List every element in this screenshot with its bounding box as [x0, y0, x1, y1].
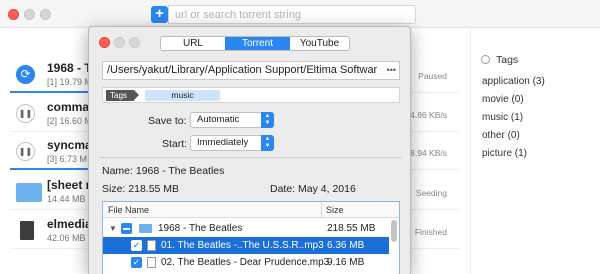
start-select[interactable]: Immediately ▲ ▼ — [190, 135, 274, 151]
zoom-dialog-button — [129, 37, 140, 48]
divider — [99, 157, 402, 158]
audio-file-icon — [147, 240, 156, 251]
tag-item-other[interactable]: other (0) — [482, 130, 520, 141]
date-label: Date: — [270, 183, 296, 195]
zoom-window-button[interactable] — [40, 9, 51, 20]
tags-sidebar: Tags application (3) movie (0) music (1)… — [470, 28, 600, 274]
folder-icon — [16, 183, 42, 202]
size-label: Size: — [102, 183, 126, 195]
browse-button[interactable]: ••• — [383, 62, 396, 79]
search-input[interactable] — [169, 6, 415, 23]
size-info: Size: 218.55 MB — [102, 183, 179, 195]
torrent-status: 38.94 KB/s — [405, 148, 447, 158]
column-file-name[interactable]: File Name — [108, 202, 149, 218]
tag-token[interactable]: music — [145, 90, 220, 101]
size-value: 218.55 MB — [128, 183, 180, 195]
source-tabs: URL Torrent YouTube — [160, 36, 350, 51]
tag-circle-icon — [481, 55, 490, 64]
torrent-size: 14.44 MB — [47, 194, 86, 204]
torrent-size: [1] 19.79 M — [47, 77, 93, 87]
minimize-dialog-button — [114, 37, 125, 48]
file-list-scrollbar[interactable] — [391, 220, 397, 242]
close-window-button[interactable] — [8, 9, 19, 20]
pause-icon[interactable]: ❚❚ — [16, 104, 35, 123]
file-name: 02. The Beatles - Dear Prudence.mp3 — [161, 257, 330, 268]
disclosure-triangle-icon[interactable]: ▼ — [109, 220, 117, 237]
file-name: 1968 - The Beatles — [158, 223, 243, 234]
save-to-select[interactable]: Automatic ▲ ▼ — [190, 112, 274, 128]
pause-icon[interactable]: ❚❚ — [16, 142, 35, 161]
add-torrent-dialog: URL Torrent YouTube /Users/yakut/Library… — [88, 26, 411, 274]
torrent-path-value: /Users/yakut/Library/Application Support… — [107, 64, 378, 76]
audio-file-icon — [147, 257, 156, 268]
name-info: Name: 1968 - The Beatles — [102, 165, 224, 177]
torrent-size: [3] 6.73 M — [47, 154, 88, 164]
torrent-status: Paused — [418, 71, 447, 81]
minimize-window-button[interactable] — [24, 9, 35, 20]
tag-item-music[interactable]: music (1) — [482, 112, 523, 123]
torrent-status: Finished — [414, 227, 447, 237]
save-to-value: Automatic — [197, 114, 240, 125]
updown-chevron-icon: ▲ ▼ — [261, 135, 274, 151]
torrent-path-field[interactable]: /Users/yakut/Library/Application Support… — [102, 61, 400, 80]
start-label: Start: — [162, 138, 188, 150]
tab-url[interactable]: URL — [161, 37, 225, 50]
search-bar[interactable] — [168, 5, 416, 24]
tab-youtube[interactable]: YouTube — [290, 37, 349, 50]
file-row-folder[interactable]: ▼ 1968 - The Beatles 218.55 MB — [103, 220, 389, 237]
add-torrent-button[interactable]: + — [151, 6, 168, 23]
file-name: 01. The Beatles -..The U.S.S.R..mp3 — [161, 240, 324, 251]
tags-title: Tags — [496, 54, 519, 66]
file-checkbox[interactable]: ✓ — [131, 257, 142, 268]
tag-item-movie[interactable]: movie (0) — [482, 94, 524, 105]
file-size: 218.55 MB — [327, 223, 376, 234]
torrent-status: Seeding — [415, 188, 447, 198]
file-size: 6.36 MB — [327, 240, 365, 251]
tags-header: Tags — [481, 54, 518, 66]
date-info: Date: May 4, 2016 — [270, 183, 356, 195]
column-size[interactable]: Size — [321, 202, 344, 218]
name-value: 1968 - The Beatles — [135, 165, 225, 177]
folder-icon — [139, 224, 152, 233]
date-value: May 4, 2016 — [298, 183, 356, 195]
file-checkbox[interactable]: ✓ — [131, 240, 142, 251]
tags-field[interactable]: Tags music — [102, 87, 400, 103]
torrent-progress-bar — [10, 91, 100, 93]
tag-item-picture[interactable]: picture (1) — [482, 148, 527, 159]
torrent-size: [2] 16.60 M — [47, 116, 93, 126]
close-dialog-button[interactable] — [99, 37, 110, 48]
tag-item-application[interactable]: application (3) — [482, 76, 545, 87]
file-row[interactable]: ✓ 01. The Beatles -..The U.S.S.R..mp3 6.… — [103, 237, 389, 254]
file-icon — [20, 221, 34, 240]
file-list-header: File Name Size — [103, 202, 399, 218]
save-to-label: Save to: — [148, 115, 187, 127]
tab-torrent[interactable]: Torrent — [225, 37, 290, 50]
file-size: 9.16 MB — [327, 257, 365, 268]
file-row[interactable]: ✓ 02. The Beatles - Dear Prudence.mp3 9.… — [103, 254, 389, 271]
name-label: Name: — [102, 165, 133, 177]
torrent-status: 74.86 KB/s — [405, 110, 447, 120]
folder-checkbox[interactable] — [121, 223, 132, 234]
start-value: Immediately — [197, 137, 249, 148]
tags-field-label: Tags — [106, 90, 139, 101]
refresh-icon[interactable]: ⟳ — [16, 65, 35, 84]
updown-chevron-icon: ▲ ▼ — [261, 112, 274, 128]
torrent-size: 42.06 MB — [47, 233, 86, 243]
window-titlebar: + — [0, 0, 600, 28]
file-list: File Name Size ▼ 1968 - The Beatles 218.… — [102, 201, 400, 274]
